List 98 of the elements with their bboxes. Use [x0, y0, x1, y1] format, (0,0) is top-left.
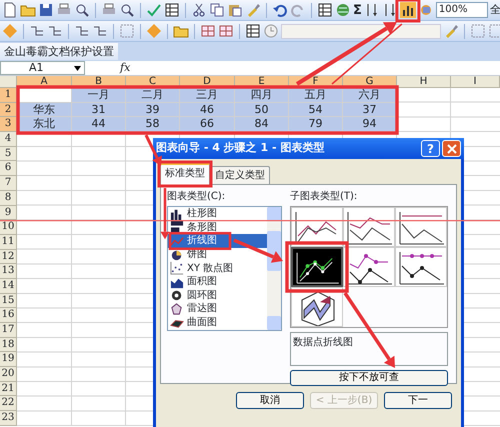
row-header[interactable]: 21	[0, 382, 17, 396]
row-header[interactable]: 7	[0, 176, 17, 191]
table-cell: 四月	[235, 88, 289, 103]
scatter-chart-icon	[170, 261, 184, 276]
copy-icon[interactable]	[209, 2, 225, 18]
row-header[interactable]: 22	[0, 396, 17, 412]
chart-icon[interactable]	[400, 2, 416, 18]
table-cell: 一月	[72, 88, 126, 103]
field-label: 子图表类型(T):	[290, 190, 358, 204]
row-header[interactable]: 19	[0, 352, 17, 368]
table-cell: 44	[72, 117, 126, 132]
highlight-box	[168, 232, 232, 250]
table-cell: 46	[180, 102, 235, 118]
row-header[interactable]: 16	[0, 308, 17, 323]
scrollbar[interactable]	[267, 207, 281, 330]
row-header[interactable]: 8	[0, 190, 17, 206]
list-item[interactable]: 圆环图	[168, 288, 267, 302]
table-cell: 58	[126, 117, 180, 132]
grid-icon[interactable]	[218, 23, 234, 39]
table-cell: 31	[72, 102, 126, 118]
highlight-box	[395, 0, 420, 22]
row-header[interactable]: 5	[0, 146, 17, 162]
field-label: 图表类型(C):	[167, 190, 226, 204]
highlight-box	[285, 241, 349, 293]
close-button[interactable]	[442, 140, 461, 157]
column-chart-icon	[170, 207, 184, 221]
table-cell: 二月	[126, 88, 180, 103]
dialog-button[interactable]: 取消	[236, 392, 304, 409]
row-header[interactable]: 2	[0, 102, 17, 118]
dropdown-caret-icon[interactable]	[74, 66, 81, 70]
row-header[interactable]: 9	[0, 206, 17, 220]
row-header[interactable]: 13	[0, 264, 17, 279]
list-item[interactable]: 面积图	[168, 274, 267, 289]
leader-line	[332, 23, 402, 85]
row-header[interactable]: 20	[0, 367, 17, 382]
toolbar-label[interactable]: 金山毒霸文档保护设置	[0, 43, 118, 60]
column-header[interactable]: H	[397, 76, 451, 88]
table-icon[interactable]	[317, 2, 333, 18]
font-field[interactable]	[281, 24, 441, 38]
column-header[interactable]: I	[451, 76, 500, 88]
check-icon[interactable]	[146, 2, 162, 18]
table-cell: 39	[126, 102, 180, 118]
row-header[interactable]: 12	[0, 250, 17, 264]
dialog-button[interactable]: 下一	[384, 392, 452, 409]
row-header[interactable]: 4	[0, 132, 17, 147]
function-label[interactable]: fx	[120, 60, 130, 76]
name-box[interactable]: A1	[0, 61, 85, 75]
table-cell: 79	[289, 117, 343, 132]
highlight-box	[158, 160, 212, 188]
tab[interactable]: 标准类型	[160, 163, 210, 185]
table-cell: 五月	[289, 88, 343, 103]
table-cell: 54	[289, 102, 343, 118]
list-item[interactable]: 条形图	[168, 220, 267, 234]
row-header[interactable]: 10	[0, 220, 17, 235]
annotation-arrow	[233, 238, 283, 263]
description-box: 数据点折线图	[290, 332, 448, 366]
table-icon[interactable]	[245, 23, 261, 39]
row-header[interactable]: 1	[0, 88, 17, 103]
grid-icon[interactable]	[200, 23, 216, 39]
table-cell: 66	[180, 117, 235, 132]
bar-chart-icon	[170, 220, 184, 234]
row-header[interactable]: 17	[0, 323, 17, 338]
undo-icon[interactable]	[272, 2, 288, 18]
row-header[interactable]: 3	[0, 117, 17, 132]
preview-button[interactable]: 按下不放可查	[290, 370, 448, 386]
list-item[interactable]: 曲面图	[168, 316, 267, 330]
autosum-button[interactable]: Σ	[353, 4, 362, 16]
table-cell: 50	[235, 102, 289, 118]
table-icon[interactable]	[164, 2, 180, 18]
table-cell: 东北	[17, 117, 72, 132]
paste-icon[interactable]	[227, 2, 243, 18]
magnifier-icon[interactable]	[119, 2, 135, 18]
row-header[interactable]: 18	[0, 338, 17, 352]
help-button[interactable]: ?	[421, 140, 440, 157]
zoom-field[interactable]: 100%	[436, 2, 488, 18]
close-icon	[446, 144, 456, 154]
list-item[interactable]: XY 散点图	[168, 261, 267, 275]
table-cell: 84	[235, 117, 289, 132]
table-cell: 94	[343, 117, 397, 132]
row-header[interactable]: 15	[0, 294, 17, 308]
cut-icon[interactable]	[191, 2, 207, 18]
magnifier-icon[interactable]	[74, 2, 90, 18]
window-title: 图表向导 - 4 步骤之 1 - 图表类型	[156, 140, 326, 156]
row-header[interactable]: 11	[0, 234, 17, 250]
tab[interactable]: 自定义类型	[210, 166, 270, 184]
table-cell: 六月	[343, 88, 397, 103]
document-icon[interactable]	[2, 2, 18, 18]
row-header[interactable]: 23	[0, 411, 17, 426]
radar-chart-icon	[170, 302, 184, 316]
table-cell: 三月	[180, 88, 235, 103]
doughnut-chart-icon	[170, 288, 184, 302]
table-cell: 37	[343, 102, 397, 118]
save-icon[interactable]	[38, 2, 54, 18]
list-item[interactable]: 雷达图	[168, 302, 267, 316]
row-header[interactable]: 14	[0, 278, 17, 294]
row-header[interactable]: 6	[0, 161, 17, 176]
list-item[interactable]: 柱形图	[168, 207, 267, 221]
annotation-arrow	[160, 188, 170, 240]
